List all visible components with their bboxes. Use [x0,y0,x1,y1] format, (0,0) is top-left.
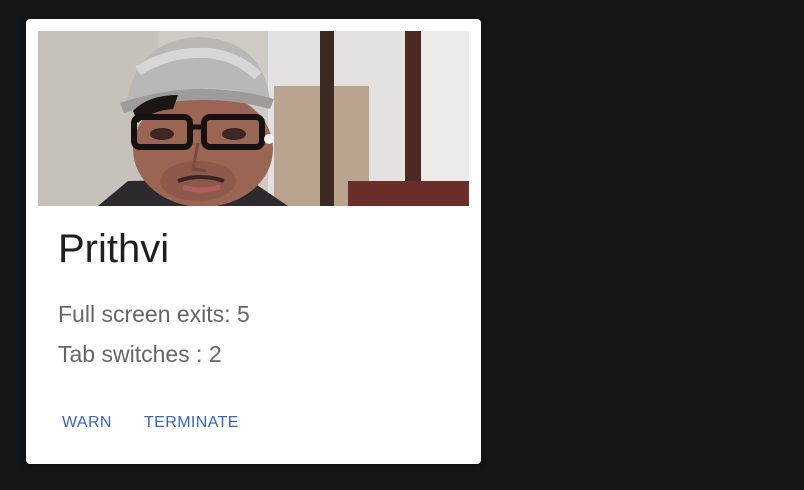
student-card: Prithvi Full screen exits: 5 Tab switche… [26,19,481,464]
webcam-image [38,31,469,206]
warn-button[interactable]: WARN [57,410,117,436]
terminate-button[interactable]: TERMINATE [139,410,244,436]
webcam-feed [38,31,469,206]
full-screen-exits: Full screen exits: 5 [58,301,250,327]
tab-switches: Tab switches : 2 [58,341,222,367]
student-name: Prithvi [58,227,170,271]
